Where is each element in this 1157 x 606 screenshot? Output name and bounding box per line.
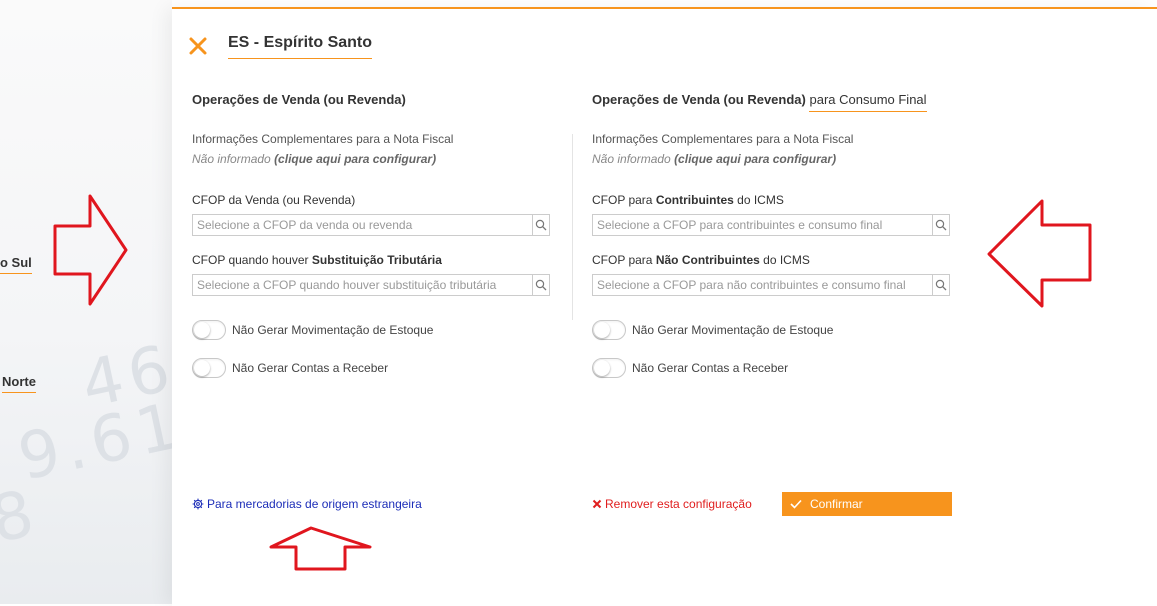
foreign-goods-link[interactable]: Para mercadorias de origem estrangeira bbox=[192, 497, 422, 511]
foreign-goods-link-label: Para mercadorias de origem estrangeira bbox=[207, 497, 422, 511]
remove-config-link[interactable]: Remover esta configuração bbox=[592, 497, 752, 511]
cfop-sale-label: CFOP da Venda (ou Revenda) bbox=[192, 193, 356, 207]
configure-link[interactable]: (clique aqui para configurar) bbox=[674, 152, 836, 166]
remove-config-label: Remover esta configuração bbox=[605, 497, 752, 511]
toggle-no-stock-label: Não Gerar Movimentação de Estoque bbox=[232, 323, 434, 337]
cfop-st-label: CFOP quando houver Substituição Tributár… bbox=[192, 253, 442, 267]
panel-title: ES - Espírito Santo bbox=[228, 34, 373, 59]
cfop-noncontrib-label-suffix: do ICMS bbox=[763, 253, 810, 267]
toggle-knob bbox=[194, 322, 210, 338]
toggle-no-receivables-row: Não Gerar Contas a Receber bbox=[192, 358, 388, 378]
toggle-no-receivables-row: Não Gerar Contas a Receber bbox=[592, 358, 788, 378]
cfop-contrib-label-bold: Contribuintes bbox=[655, 193, 734, 207]
x-icon bbox=[592, 499, 602, 509]
search-icon[interactable] bbox=[532, 215, 549, 235]
toggle-no-stock-row: Não Gerar Movimentação de Estoque bbox=[592, 320, 833, 340]
cfop-contrib-label: CFOP para Contribuintes do ICMS bbox=[592, 193, 784, 207]
sale-operations-section: Operações de Venda (ou Revenda) Informaç… bbox=[192, 92, 552, 378]
cfop-noncontrib-field[interactable] bbox=[592, 274, 950, 296]
toggle-no-stock[interactable] bbox=[192, 320, 226, 340]
not-informed-text: Não informado bbox=[592, 152, 671, 166]
section-title-bold: Operações de Venda (ou Revenda) bbox=[592, 92, 806, 107]
toggle-knob bbox=[594, 322, 610, 338]
final-consumer-operations-section: Operações de Venda (ou Revenda) para Con… bbox=[592, 92, 952, 378]
toggle-no-stock-label: Não Gerar Movimentação de Estoque bbox=[632, 323, 834, 337]
cfop-noncontrib-label: CFOP para Não Contribuintes do ICMS bbox=[592, 253, 810, 267]
toggle-knob bbox=[194, 360, 210, 376]
close-icon[interactable] bbox=[188, 36, 208, 56]
complementary-info-value[interactable]: Não informado (clique aqui para configur… bbox=[592, 152, 836, 166]
toggle-knob bbox=[594, 360, 610, 376]
toggle-no-receivables-label: Não Gerar Contas a Receber bbox=[232, 361, 389, 375]
cfop-st-field[interactable] bbox=[192, 274, 550, 296]
background-state-label[interactable]: o Sul bbox=[0, 255, 32, 274]
gear-icon bbox=[192, 498, 204, 510]
confirm-button[interactable]: Confirmar bbox=[782, 492, 952, 516]
cfop-st-input[interactable] bbox=[193, 275, 532, 295]
section-title-suffix: para Consumo Final bbox=[809, 92, 927, 112]
cfop-contrib-field[interactable] bbox=[592, 214, 950, 236]
cfop-noncontrib-label-prefix: CFOP para bbox=[592, 253, 653, 267]
toggle-no-receivables[interactable] bbox=[592, 358, 626, 378]
cfop-sale-input[interactable] bbox=[193, 215, 532, 235]
search-icon[interactable] bbox=[532, 275, 549, 295]
complementary-info-value[interactable]: Não informado (clique aqui para configur… bbox=[192, 152, 436, 166]
cfop-sale-field[interactable] bbox=[192, 214, 550, 236]
search-icon[interactable] bbox=[932, 275, 949, 295]
toggle-no-receivables[interactable] bbox=[192, 358, 226, 378]
complementary-info-label: Informações Complementares para a Nota F… bbox=[592, 132, 854, 146]
toggle-no-stock[interactable] bbox=[592, 320, 626, 340]
cfop-contrib-input[interactable] bbox=[593, 215, 932, 235]
background-state-label[interactable]: Norte bbox=[2, 374, 36, 393]
cfop-noncontrib-label-bold: Não Contribuintes bbox=[655, 253, 760, 267]
toggle-no-stock-row: Não Gerar Movimentação de Estoque bbox=[192, 320, 433, 340]
check-icon bbox=[790, 499, 802, 509]
cfop-contrib-label-suffix: do ICMS bbox=[737, 193, 784, 207]
cfop-st-label-bold: Substituição Tributária bbox=[311, 253, 442, 267]
complementary-info-label: Informações Complementares para a Nota F… bbox=[192, 132, 454, 146]
section-title: Operações de Venda (ou Revenda) para Con… bbox=[592, 92, 952, 112]
configure-link[interactable]: (clique aqui para configurar) bbox=[274, 152, 436, 166]
search-icon[interactable] bbox=[932, 215, 949, 235]
cfop-st-label-prefix: CFOP quando houver bbox=[192, 253, 309, 267]
column-divider bbox=[572, 134, 573, 320]
confirm-label: Confirmar bbox=[810, 497, 863, 511]
section-title: Operações de Venda (ou Revenda) bbox=[192, 92, 406, 107]
cfop-contrib-label-prefix: CFOP para bbox=[592, 193, 653, 207]
not-informed-text: Não informado bbox=[192, 152, 271, 166]
background-page: 46 9.61 8 o Sul Norte bbox=[0, 0, 172, 604]
toggle-no-receivables-label: Não Gerar Contas a Receber bbox=[632, 361, 789, 375]
cfop-noncontrib-input[interactable] bbox=[593, 275, 932, 295]
